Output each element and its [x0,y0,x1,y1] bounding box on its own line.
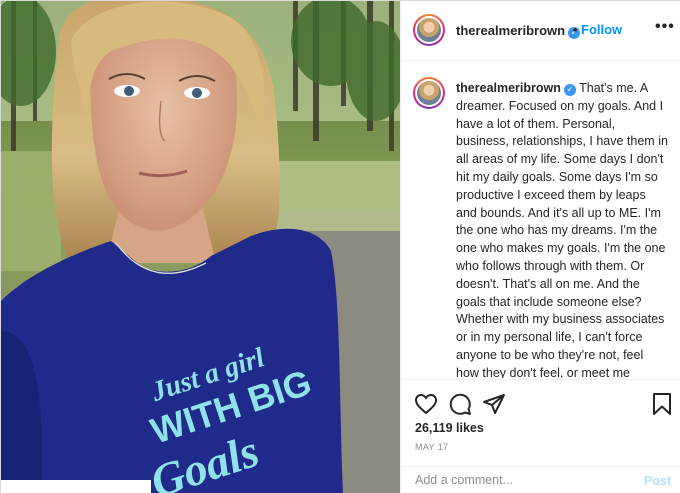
post-date[interactable]: MAY 17 [415,442,449,452]
post-caption: therealmeribrown ✓ That's me. A dreamer. … [456,80,669,378]
post-sidebar: therealmeribrown ✓ • Follow ••• therealme… [400,1,680,493]
caption-avatar[interactable] [413,77,445,109]
post-photo[interactable]: Just a girl WITH BIG Goals [1,1,400,493]
separator-dot: • [573,22,578,37]
avatar[interactable] [413,14,445,46]
post-actions: 26,119 likes MAY 17 Post [401,379,680,493]
follow-button[interactable]: Follow [581,22,622,37]
caption-text: That's me. A dreamer. Focused on my goal… [456,81,668,378]
caption-username[interactable]: therealmeribrown ✓ [456,81,576,96]
share-icon[interactable] [482,392,506,416]
selfie-image: Just a girl WITH BIG Goals [1,1,400,493]
likes-count[interactable]: 26,119 likes [415,421,484,435]
photo-edge [1,480,151,493]
post-comment-button[interactable]: Post [644,474,671,488]
comment-input[interactable] [415,473,635,487]
post-header: therealmeribrown ✓ • Follow ••• [401,1,680,61]
instagram-post: Just a girl WITH BIG Goals therealmeribr… [0,0,680,493]
verified-badge-icon: ✓ [563,84,576,96]
add-comment-bar: Post [401,466,680,493]
header-username[interactable]: therealmeribrown ✓ [456,23,581,39]
comment-icon[interactable] [448,392,472,416]
bookmark-icon[interactable] [650,392,674,416]
comments-area[interactable]: therealmeribrown ✓ That's me. A dreamer. … [401,62,680,378]
more-options-icon[interactable]: ••• [655,18,675,36]
heart-icon[interactable] [414,392,438,416]
